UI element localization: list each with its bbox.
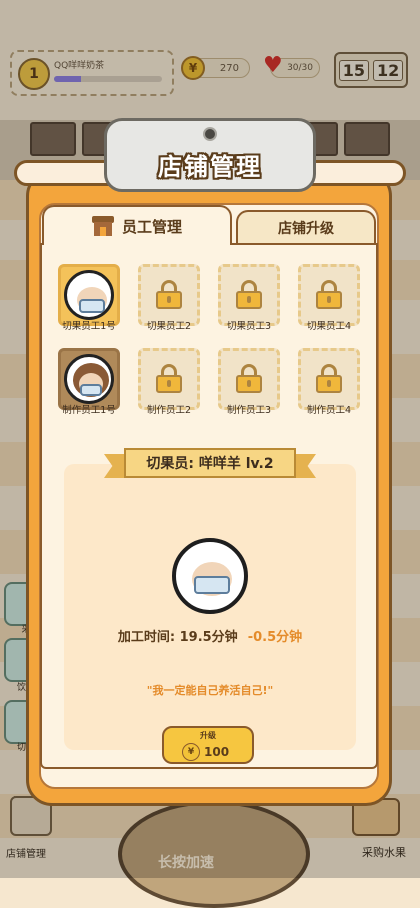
upgrade-label: 升级: [200, 731, 216, 740]
lock-icon: [236, 280, 262, 309]
employee-title: 切果员: 咩咩羊 lv.2: [124, 448, 296, 478]
employee-label: 切果员工2: [146, 321, 192, 332]
employee-slot-cut-3[interactable]: [218, 264, 280, 326]
employee-quote: "我一定能自己养活自己!": [146, 684, 274, 697]
employee-label: 切果员工3: [226, 321, 272, 332]
processing-time: 加工时间: 19.5分钟: [117, 630, 238, 645]
employee-slot-cut-2[interactable]: [138, 264, 200, 326]
employee-slot-make-3[interactable]: [218, 348, 280, 410]
yen-coin-icon: ¥: [182, 743, 200, 761]
employee-label: 切果员工1号: [62, 321, 116, 332]
sheep-avatar: [64, 270, 114, 320]
upgrade-button[interactable]: 升级 ¥ 100: [162, 726, 254, 764]
employee-title-ribbon: 切果员: 咩咩羊 lv.2: [104, 448, 316, 482]
tab-store-upgrade[interactable]: 店铺升级: [236, 210, 376, 244]
employee-label: 制作员工1号: [62, 405, 116, 416]
employee-slot-cut-4[interactable]: [298, 264, 360, 326]
employee-label: 制作员工4: [306, 405, 352, 416]
tab-upgrade-label: 店铺升级: [278, 221, 334, 237]
employee-slot-cut-1[interactable]: [58, 264, 120, 326]
upgrade-price: ¥ 100: [182, 743, 229, 761]
lock-icon: [156, 280, 182, 309]
lock-icon: [236, 364, 262, 393]
lock-icon: [316, 280, 342, 309]
alpaca-avatar: [64, 354, 114, 404]
shop-icon: [91, 216, 114, 236]
hanging-hole-icon: [203, 127, 217, 141]
employee-slot-make-1[interactable]: [58, 348, 120, 410]
lock-icon: [316, 364, 342, 393]
tab-staff-management[interactable]: 员工管理: [42, 205, 232, 245]
employee-label: 制作员工3: [226, 405, 272, 416]
time-bonus: -0.5分钟: [247, 630, 303, 645]
upgrade-cost: 100: [204, 745, 230, 759]
employee-slot-make-2[interactable]: [138, 348, 200, 410]
tab-staff-label: 员工管理: [121, 217, 182, 236]
title-plate: 店铺管理: [104, 118, 316, 192]
modal-title: 店铺管理: [158, 153, 262, 181]
employee-label: 切果员工4: [306, 321, 352, 332]
employee-label: 制作员工2: [146, 405, 192, 416]
employee-slot-make-4[interactable]: [298, 348, 360, 410]
lock-icon: [156, 364, 182, 393]
processing-time-row: 加工时间: 19.5分钟 -0.5分钟: [64, 626, 356, 645]
selected-sheep-avatar: [172, 538, 248, 614]
